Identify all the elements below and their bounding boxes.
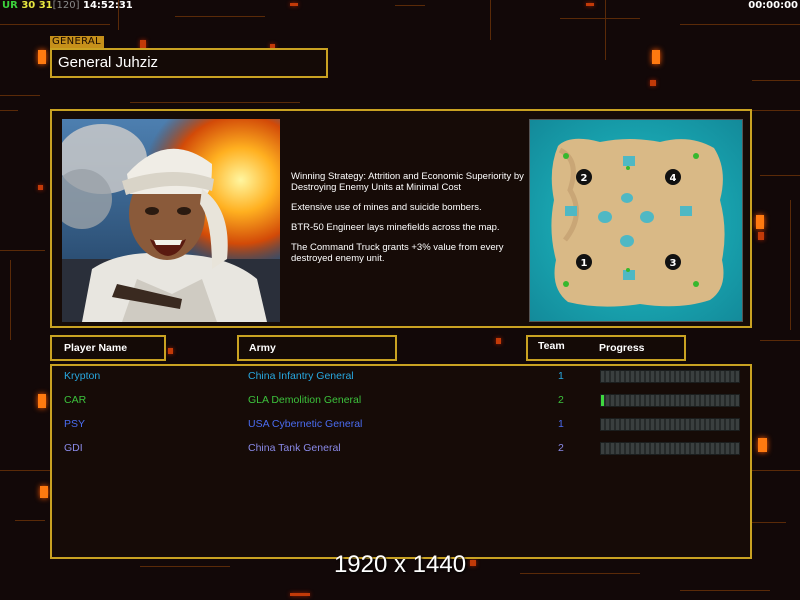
hud-stats: UR 30 31[120] 14:52:31 bbox=[2, 0, 133, 12]
player-name: PSY bbox=[64, 418, 86, 430]
general-tag: GENERAL bbox=[50, 36, 104, 48]
player-progress-bar bbox=[600, 418, 740, 431]
hud-ur-label: UR bbox=[2, 0, 18, 11]
svg-text:3: 3 bbox=[670, 258, 677, 269]
player-progress-bar bbox=[600, 394, 740, 407]
strategy-line-3: BTR-50 Engineer lays minefields across t… bbox=[291, 222, 500, 233]
map-preview: 2 4 1 3 bbox=[529, 119, 743, 322]
resolution-label: 1920 x 1440 bbox=[333, 551, 467, 578]
player-row: GDI China Tank General 2 bbox=[52, 441, 750, 465]
map-preview-image: 2 4 1 3 bbox=[530, 120, 742, 321]
general-strategy-text: Winning Strategy: Attrition and Economic… bbox=[291, 171, 527, 273]
player-progress-fill bbox=[601, 395, 604, 406]
player-row: Krypton China Infantry General 1 bbox=[52, 369, 750, 393]
player-team: 1 bbox=[558, 418, 564, 430]
player-army: GLA Demolition General bbox=[248, 394, 362, 406]
column-header-army: Army bbox=[237, 335, 397, 361]
player-army: USA Cybernetic General bbox=[248, 418, 363, 430]
player-name: GDI bbox=[64, 442, 83, 454]
column-label-progress: Progress bbox=[599, 342, 645, 354]
hud-fps-limit: [120] bbox=[52, 0, 80, 11]
hud-clock: 14:52:31 bbox=[83, 0, 133, 11]
start-position-3: 3 bbox=[665, 254, 681, 270]
player-name: CAR bbox=[64, 394, 87, 406]
svg-text:2: 2 bbox=[581, 173, 588, 184]
start-position-1: 1 bbox=[576, 254, 592, 270]
column-label-army: Army bbox=[249, 342, 276, 354]
svg-text:1: 1 bbox=[581, 258, 588, 269]
player-name: Krypton bbox=[64, 370, 101, 382]
start-position-4: 4 bbox=[665, 169, 681, 185]
column-header-player-name: Player Name bbox=[50, 335, 166, 361]
svg-text:4: 4 bbox=[670, 173, 677, 184]
strategy-line-2: Extensive use of mines and suicide bombe… bbox=[291, 202, 482, 213]
player-team: 1 bbox=[558, 370, 564, 382]
player-army: China Infantry General bbox=[248, 370, 354, 382]
column-label-team: Team bbox=[538, 340, 565, 352]
general-info-panel: Winning Strategy: Attrition and Economic… bbox=[50, 109, 752, 328]
player-progress-bar bbox=[600, 370, 740, 383]
player-row: PSY USA Cybernetic General 1 bbox=[52, 417, 750, 441]
player-team: 2 bbox=[558, 442, 564, 454]
general-name: General Juhziz bbox=[50, 48, 328, 78]
general-portrait bbox=[62, 119, 280, 322]
column-header-team-progress: Team Progress bbox=[526, 335, 686, 361]
hud-fps: 30 bbox=[21, 0, 36, 11]
strategy-line-4: The Command Truck grants +3% value from … bbox=[291, 242, 504, 264]
column-label-player-name: Player Name bbox=[64, 342, 128, 354]
players-panel: Krypton China Infantry General 1 CAR GLA Dem… bbox=[50, 364, 752, 559]
hud-fps-secondary: 31 bbox=[38, 0, 53, 11]
player-row: CAR GLA Demolition General 2 bbox=[52, 393, 750, 417]
player-progress-bar bbox=[600, 442, 740, 455]
general-portrait-image bbox=[62, 119, 280, 322]
strategy-line-1: Winning Strategy: Attrition and Economic… bbox=[291, 171, 524, 193]
player-army: China Tank General bbox=[248, 442, 341, 454]
player-team: 2 bbox=[558, 394, 564, 406]
game-timer: 00:00:00 bbox=[748, 0, 798, 11]
start-position-2: 2 bbox=[576, 169, 592, 185]
